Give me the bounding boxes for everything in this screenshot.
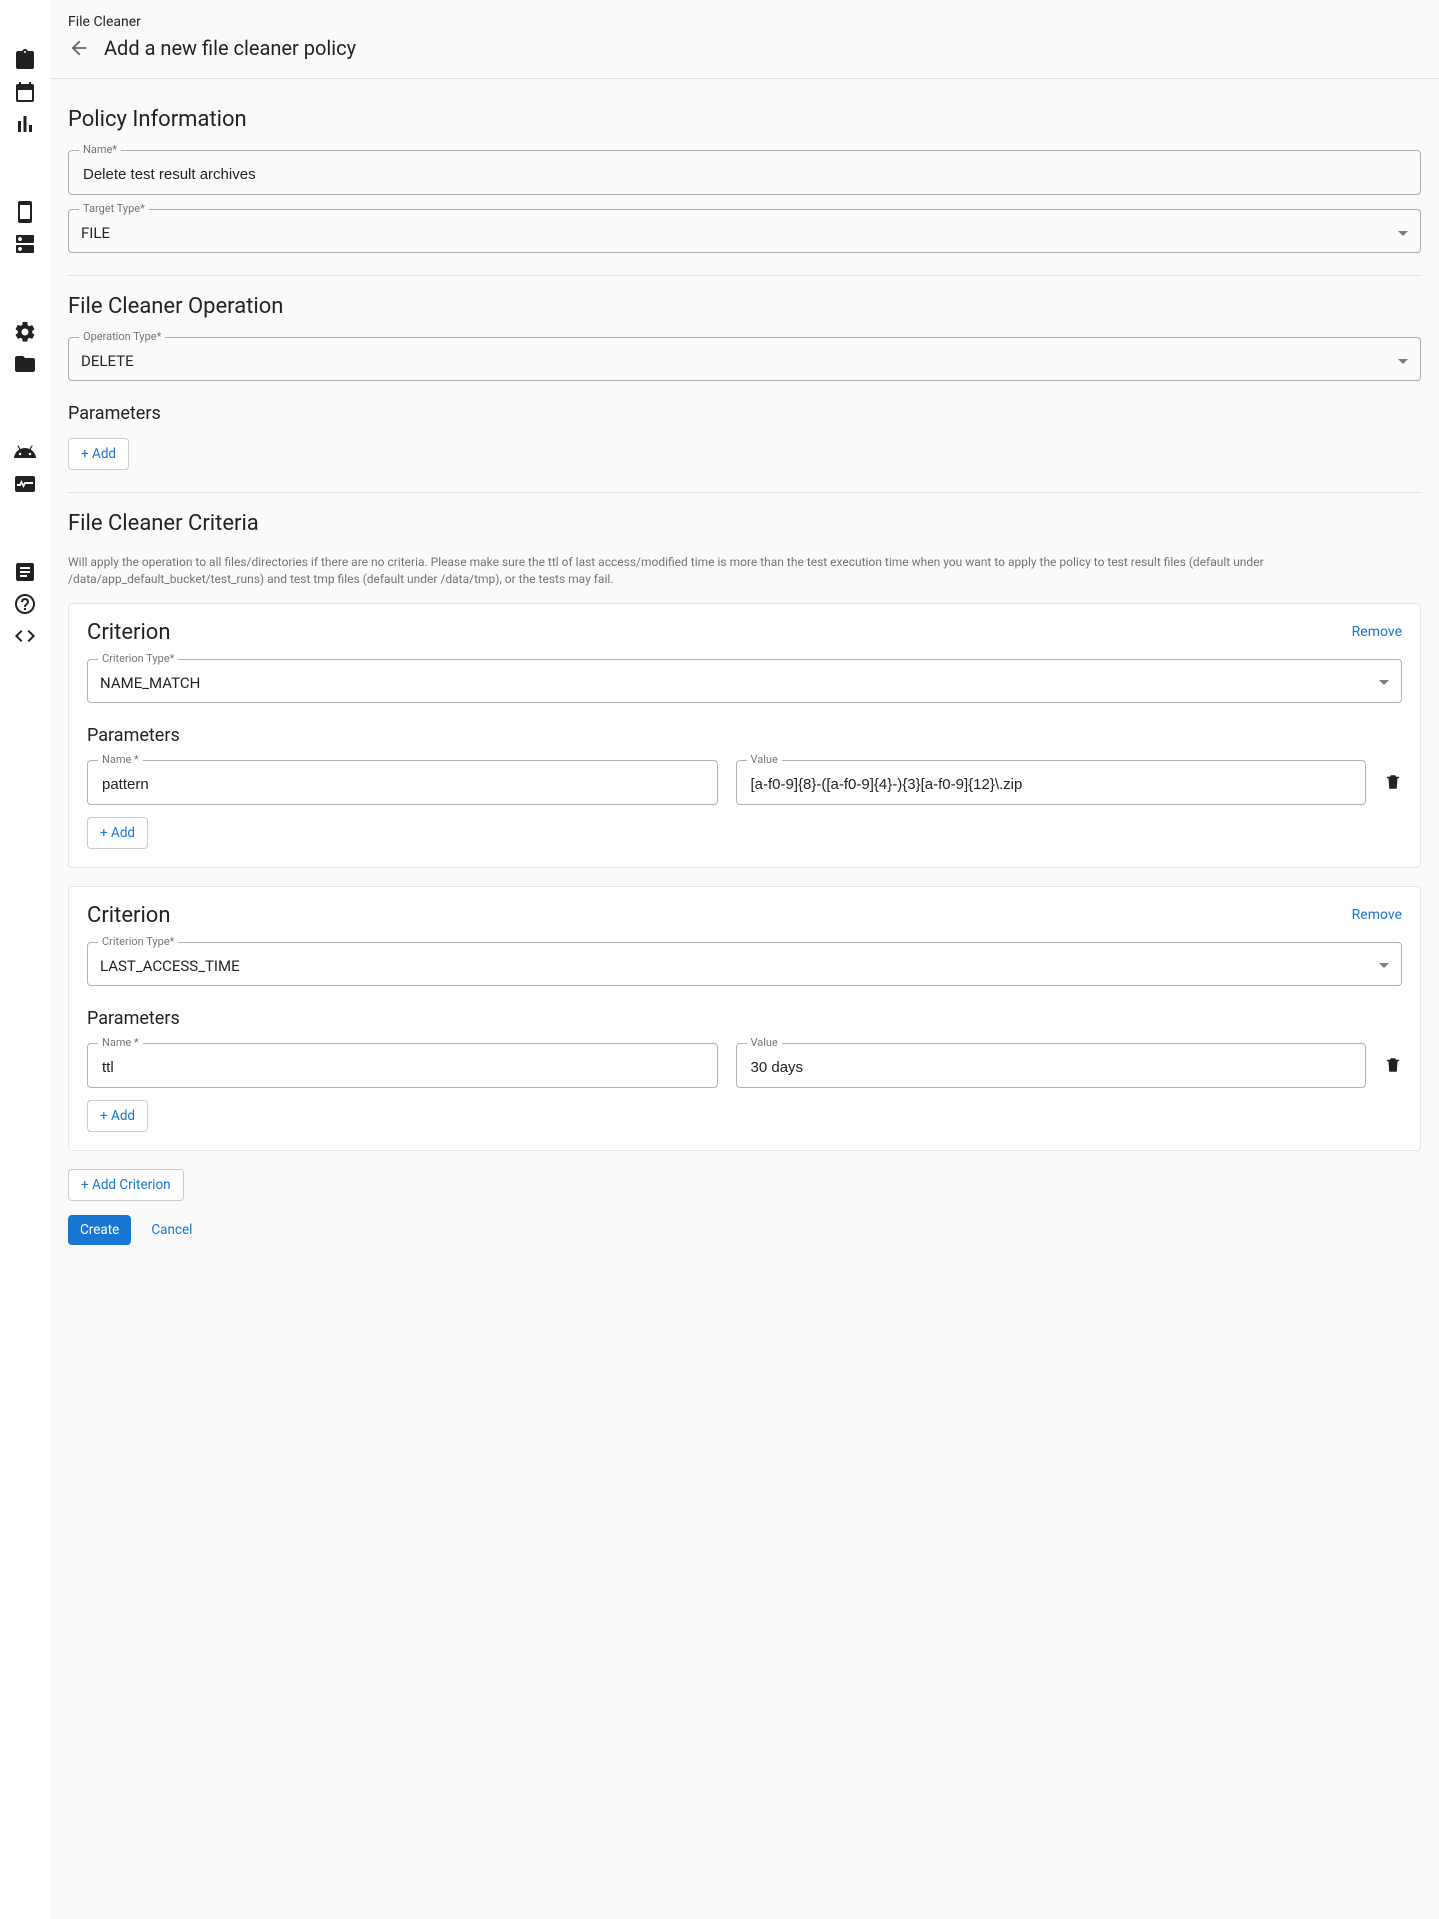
phone-icon[interactable] bbox=[13, 200, 37, 224]
param-value-input[interactable] bbox=[749, 775, 1354, 794]
operation-heading: File Cleaner Operation bbox=[68, 294, 1421, 319]
dns-icon[interactable] bbox=[13, 232, 37, 256]
param-name-label: Name * bbox=[98, 1036, 143, 1049]
op-parameters-heading: Parameters bbox=[68, 403, 1421, 424]
monitor-heart-icon[interactable] bbox=[13, 472, 37, 496]
criterion-type-label: Criterion Type* bbox=[98, 935, 178, 948]
policy-name-label: Name* bbox=[79, 143, 121, 156]
criterion-type-label: Criterion Type* bbox=[98, 652, 178, 665]
add-parameter-button[interactable]: + Add bbox=[87, 817, 148, 849]
chevron-down-icon bbox=[1398, 231, 1408, 236]
policy-name-field[interactable]: Name* bbox=[68, 150, 1421, 195]
folder-icon[interactable] bbox=[13, 352, 37, 376]
criterion-card: Criterion Remove Criterion Type* NAME_MA… bbox=[68, 603, 1421, 868]
chevron-down-icon bbox=[1379, 963, 1389, 968]
bar-chart-icon[interactable] bbox=[13, 112, 37, 136]
clipboard-icon[interactable] bbox=[13, 48, 37, 72]
criterion-parameters-heading: Parameters bbox=[87, 1008, 1402, 1029]
param-name-field[interactable]: Name * bbox=[87, 760, 718, 805]
add-op-parameter-button[interactable]: + Add bbox=[68, 438, 129, 470]
param-name-input[interactable] bbox=[100, 775, 705, 794]
criterion-type-value: NAME_MATCH bbox=[100, 674, 200, 692]
param-value-label: Value bbox=[747, 753, 782, 766]
operation-type-value: DELETE bbox=[81, 352, 134, 370]
android-icon[interactable] bbox=[13, 440, 37, 464]
criterion-heading: Criterion bbox=[87, 903, 171, 928]
remove-criterion-link[interactable]: Remove bbox=[1352, 624, 1402, 640]
criteria-help-text: Will apply the operation to all files/di… bbox=[68, 554, 1421, 589]
remove-criterion-link[interactable]: Remove bbox=[1352, 907, 1402, 923]
add-parameter-button[interactable]: + Add bbox=[87, 1100, 148, 1132]
create-button[interactable]: Create bbox=[68, 1215, 131, 1245]
page-header: File Cleaner Add a new file cleaner poli… bbox=[50, 0, 1439, 79]
criterion-card: Criterion Remove Criterion Type* LAST_AC… bbox=[68, 886, 1421, 1151]
target-type-select[interactable]: Target Type* FILE bbox=[68, 209, 1421, 253]
trash-icon[interactable] bbox=[1384, 773, 1402, 791]
criterion-type-select[interactable]: Criterion Type* LAST_ACCESS_TIME bbox=[87, 942, 1402, 986]
code-icon[interactable] bbox=[13, 624, 37, 648]
param-name-field[interactable]: Name * bbox=[87, 1043, 718, 1088]
target-type-value: FILE bbox=[81, 224, 110, 242]
criterion-type-value: LAST_ACCESS_TIME bbox=[100, 957, 240, 975]
param-name-input[interactable] bbox=[100, 1058, 705, 1077]
gear-icon[interactable] bbox=[13, 320, 37, 344]
param-value-field[interactable]: Value bbox=[736, 1043, 1367, 1088]
policy-name-input[interactable] bbox=[81, 165, 1408, 184]
criterion-type-select[interactable]: Criterion Type* NAME_MATCH bbox=[87, 659, 1402, 703]
operation-type-select[interactable]: Operation Type* DELETE bbox=[68, 337, 1421, 381]
trash-icon[interactable] bbox=[1384, 1056, 1402, 1074]
operation-type-label: Operation Type* bbox=[79, 330, 165, 343]
criterion-parameters-heading: Parameters bbox=[87, 725, 1402, 746]
parameter-row: Name * Value bbox=[87, 760, 1402, 805]
policy-info-heading: Policy Information bbox=[68, 107, 1421, 132]
breadcrumb: File Cleaner bbox=[68, 14, 1421, 30]
add-criterion-button[interactable]: + Add Criterion bbox=[68, 1169, 184, 1201]
chevron-down-icon bbox=[1398, 359, 1408, 364]
target-type-label: Target Type* bbox=[79, 202, 149, 215]
help-icon[interactable] bbox=[13, 592, 37, 616]
criteria-heading: File Cleaner Criteria bbox=[68, 511, 1421, 536]
calendar-icon[interactable] bbox=[13, 80, 37, 104]
notes-icon[interactable] bbox=[13, 560, 37, 584]
arrow-back-icon[interactable] bbox=[68, 37, 90, 59]
page-title: Add a new file cleaner policy bbox=[104, 36, 356, 60]
parameter-row: Name * Value bbox=[87, 1043, 1402, 1088]
param-name-label: Name * bbox=[98, 753, 143, 766]
criterion-heading: Criterion bbox=[87, 620, 171, 645]
param-value-field[interactable]: Value bbox=[736, 760, 1367, 805]
sidebar bbox=[0, 0, 50, 1919]
cancel-button[interactable]: Cancel bbox=[139, 1215, 204, 1245]
chevron-down-icon bbox=[1379, 680, 1389, 685]
param-value-input[interactable] bbox=[749, 1058, 1354, 1077]
param-value-label: Value bbox=[747, 1036, 782, 1049]
